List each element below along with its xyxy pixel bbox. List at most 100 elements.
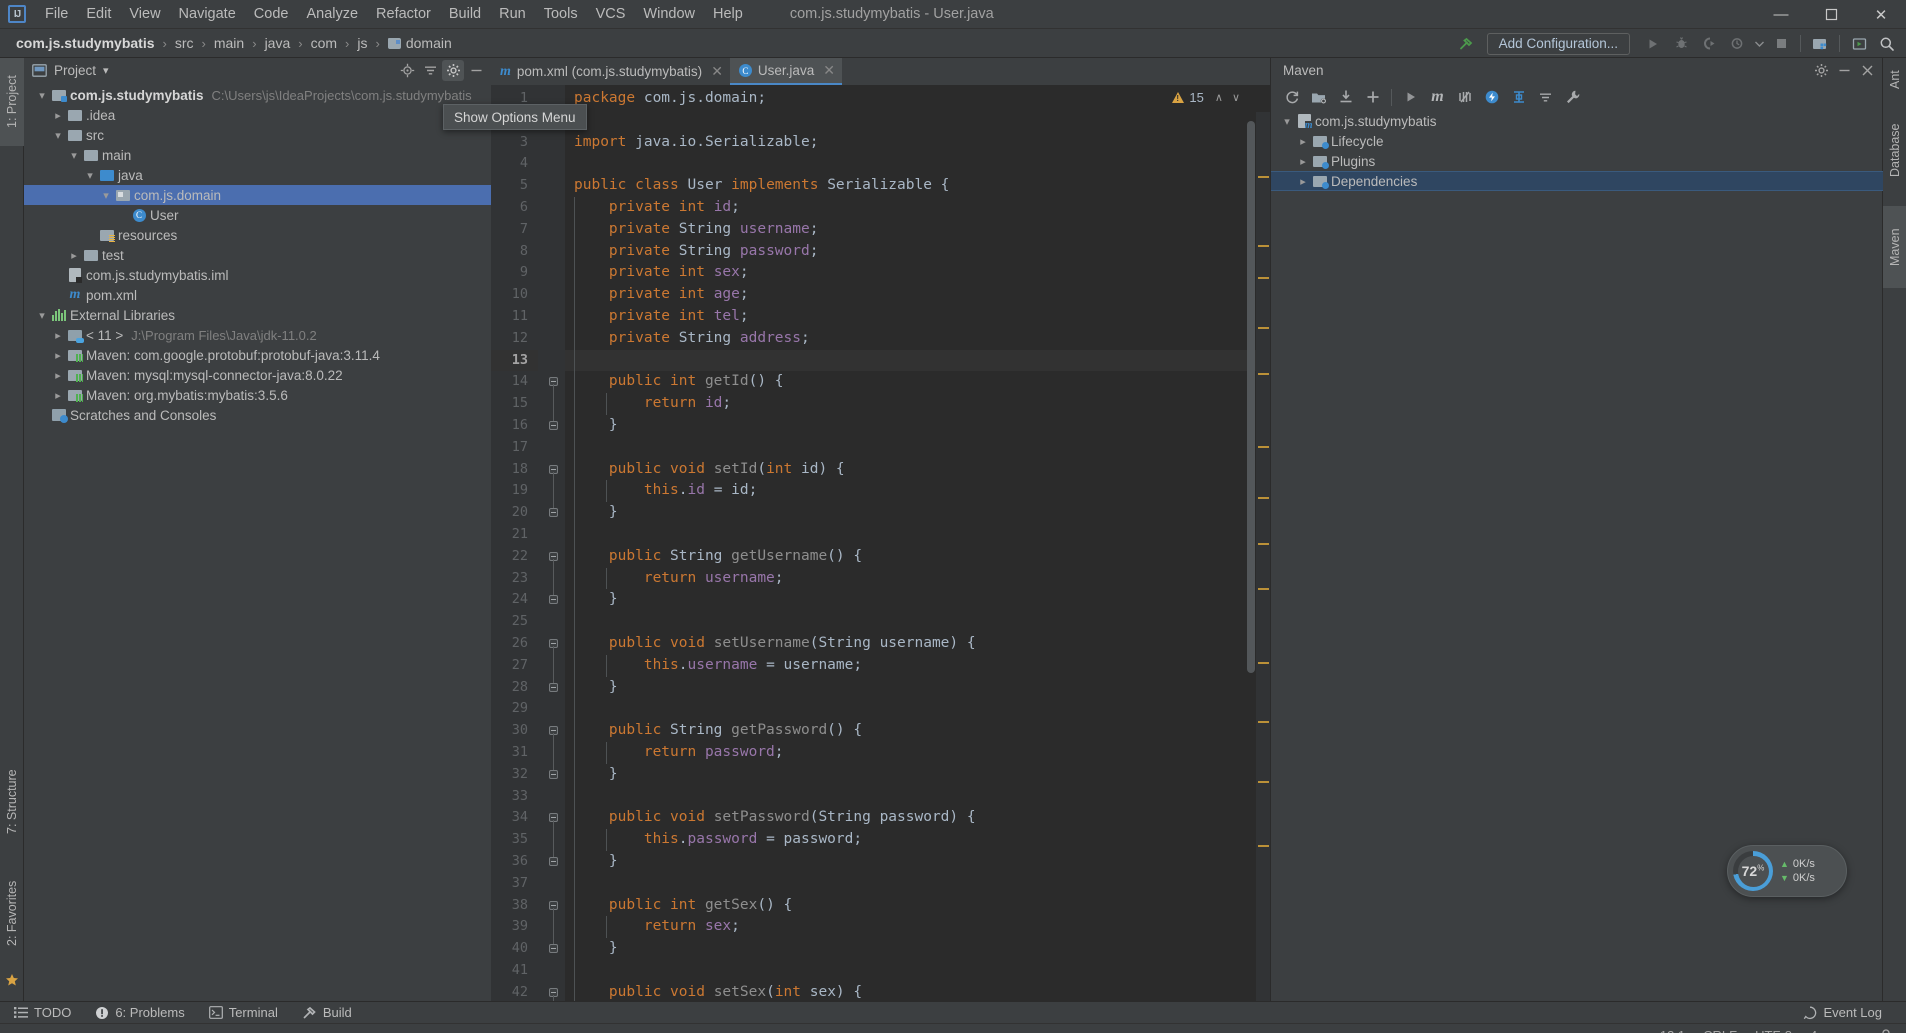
build-hammer-icon[interactable] (1453, 32, 1479, 56)
generate-sources-icon[interactable] (1306, 85, 1331, 109)
editor-scrollbar-thumb[interactable] (1247, 121, 1255, 673)
project-structure-icon[interactable] (1807, 32, 1833, 56)
warning-stripe-marker[interactable] (1258, 721, 1269, 724)
warning-stripe-marker[interactable] (1258, 446, 1269, 449)
breadcrumb-item-com-js-studymybatis[interactable]: com.js.studymybatis (12, 33, 159, 53)
fold-end-icon[interactable] (549, 857, 558, 866)
chevron-down-icon[interactable] (66, 149, 82, 162)
sidebar-item-favorites[interactable]: 2: Favorites (0, 858, 24, 968)
fold-end-icon[interactable] (549, 595, 558, 605)
maven-m-icon[interactable]: m (1425, 85, 1450, 109)
cpu-memory-indicator[interactable]: 72% ▲ 0K/s ▼ 0K/s (1727, 845, 1847, 897)
show-dependencies-icon[interactable] (1506, 85, 1531, 109)
warning-stripe-marker[interactable] (1258, 780, 1269, 783)
menu-item-code[interactable]: Code (245, 1, 298, 27)
maven-node-plugins[interactable]: Plugins (1271, 151, 1883, 171)
maximize-button[interactable] (1806, 0, 1856, 29)
menu-item-file[interactable]: File (36, 1, 77, 27)
execute-goal-icon[interactable] (1398, 85, 1423, 109)
tree-node-java[interactable]: java (24, 165, 491, 185)
reimport-icon[interactable] (1279, 85, 1304, 109)
profiler-icon[interactable] (1724, 32, 1750, 56)
fold-gutter[interactable] (538, 85, 565, 1001)
bottom-item-terminal[interactable]: Terminal (199, 1003, 288, 1022)
tree-node-user[interactable]: C User (24, 205, 491, 225)
menu-item-analyze[interactable]: Analyze (297, 1, 367, 27)
warning-stripe-marker[interactable] (1258, 176, 1269, 179)
chevron-down-icon[interactable] (82, 169, 98, 182)
fold-end-icon[interactable] (549, 944, 558, 954)
error-stripe-marker-column[interactable] (1256, 112, 1270, 1001)
tree-node-scratches-and-consoles[interactable]: Scratches and Consoles (24, 405, 491, 425)
chevron-right-icon[interactable] (50, 369, 66, 382)
debug-icon[interactable] (1668, 32, 1694, 56)
tree-node-maven--org-mybatis-mybatis-3-5-6[interactable]: Maven: org.mybatis:mybatis:3.5.6 (24, 385, 491, 405)
maven-node-dependencies[interactable]: Dependencies (1271, 171, 1883, 191)
maven-settings-wrench-icon[interactable] (1560, 85, 1585, 109)
bottom-item-todo[interactable]: TODO (4, 1003, 81, 1022)
warning-stripe-marker[interactable] (1258, 327, 1269, 330)
chevron-right-icon[interactable] (1295, 155, 1311, 168)
breadcrumb-item-main[interactable]: main (210, 33, 248, 53)
warning-stripe-marker[interactable] (1258, 373, 1269, 376)
breadcrumb-item-domain[interactable]: domain (384, 33, 456, 53)
toggle-skip-tests-icon[interactable] (1452, 85, 1477, 109)
warning-stripe-marker[interactable] (1258, 844, 1269, 847)
chevron-right-icon[interactable] (1295, 135, 1311, 148)
hide-icon[interactable] (1856, 60, 1878, 81)
collapse-all-icon[interactable] (419, 60, 441, 81)
fold-end-icon[interactable] (549, 769, 558, 779)
caret-position[interactable]: 13:1 (1660, 1028, 1685, 1033)
tree-node-com-js-studymybatis[interactable]: com.js.studymybatis C:\Users\js\IdeaProje… (24, 85, 491, 105)
prev-problem-icon[interactable]: ∧ (1215, 91, 1223, 104)
bottom-item-build[interactable]: Build (292, 1003, 362, 1022)
tree-node-com-js-studymybatis-iml[interactable]: com.js.studymybatis.iml (24, 265, 491, 285)
sidebar-item-database[interactable]: Database (1883, 106, 1906, 194)
locate-icon[interactable] (396, 60, 418, 81)
tree-node--idea[interactable]: .idea (24, 105, 491, 125)
indent-setting[interactable]: 4 spaces (1810, 1028, 1862, 1033)
sidebar-item-project[interactable]: 1: Project (0, 58, 24, 146)
menu-item-tools[interactable]: Tools (535, 1, 587, 27)
next-problem-icon[interactable]: ∨ (1232, 91, 1240, 104)
close-tab-icon[interactable]: ✕ (823, 62, 835, 79)
event-log-button[interactable]: Event Log (1793, 1003, 1892, 1022)
editor-tab-pom-xml[interactable]: m pom.xml (com.js.studymybatis) ✕ (491, 58, 730, 85)
warning-stripe-marker[interactable] (1258, 276, 1269, 279)
minimize-button[interactable]: — (1756, 0, 1806, 29)
file-encoding[interactable]: UTF-8 (1755, 1028, 1792, 1033)
minimize-icon[interactable] (1833, 60, 1855, 81)
breadcrumb-item-com[interactable]: com (307, 33, 341, 53)
chevron-right-icon[interactable] (50, 109, 66, 122)
tree-node-resources[interactable]: resources (24, 225, 491, 245)
fold-end-icon[interactable] (549, 508, 558, 518)
menu-item-window[interactable]: Window (634, 1, 704, 27)
fold-end-icon[interactable] (549, 682, 558, 692)
chevron-down-icon[interactable] (50, 129, 66, 142)
chevron-right-icon[interactable] (50, 349, 66, 362)
editor-tab-user-java[interactable]: C User.java ✕ (729, 58, 842, 85)
stop-icon[interactable] (1768, 32, 1794, 56)
code-editor[interactable]: 1234567891011121314151617181920212223242… (491, 85, 1270, 1001)
tree-node-test[interactable]: test (24, 245, 491, 265)
close-button[interactable]: ✕ (1856, 0, 1906, 29)
tree-node---11--[interactable]: < 11 > J:\Program Files\Java\jdk-11.0.2 (24, 325, 491, 345)
tree-node-maven--mysql-mysql-connector-java-8-0-22[interactable]: Maven: mysql:mysql-connector-java:8.0.22 (24, 365, 491, 385)
search-everywhere-icon[interactable] (1874, 32, 1900, 56)
tree-node-src[interactable]: src (24, 125, 491, 145)
tree-node-main[interactable]: main (24, 145, 491, 165)
hide-icon[interactable] (465, 60, 487, 81)
warning-stripe-marker[interactable] (1258, 588, 1269, 591)
menu-item-view[interactable]: View (120, 1, 169, 27)
warning-stripe-marker[interactable] (1258, 542, 1269, 545)
chevron-right-icon[interactable] (50, 329, 66, 342)
collapse-all-icon[interactable] (1533, 85, 1558, 109)
add-maven-project-icon[interactable] (1360, 85, 1385, 109)
chevron-down-icon[interactable] (98, 189, 114, 202)
menu-item-help[interactable]: Help (704, 1, 752, 27)
breadcrumb-item-java[interactable]: java (261, 33, 295, 53)
tree-node-com-js-domain[interactable]: com.js.domain (24, 185, 491, 205)
warning-stripe-marker[interactable] (1258, 661, 1269, 664)
menu-item-build[interactable]: Build (440, 1, 490, 27)
chevron-right-icon[interactable] (1295, 175, 1311, 188)
